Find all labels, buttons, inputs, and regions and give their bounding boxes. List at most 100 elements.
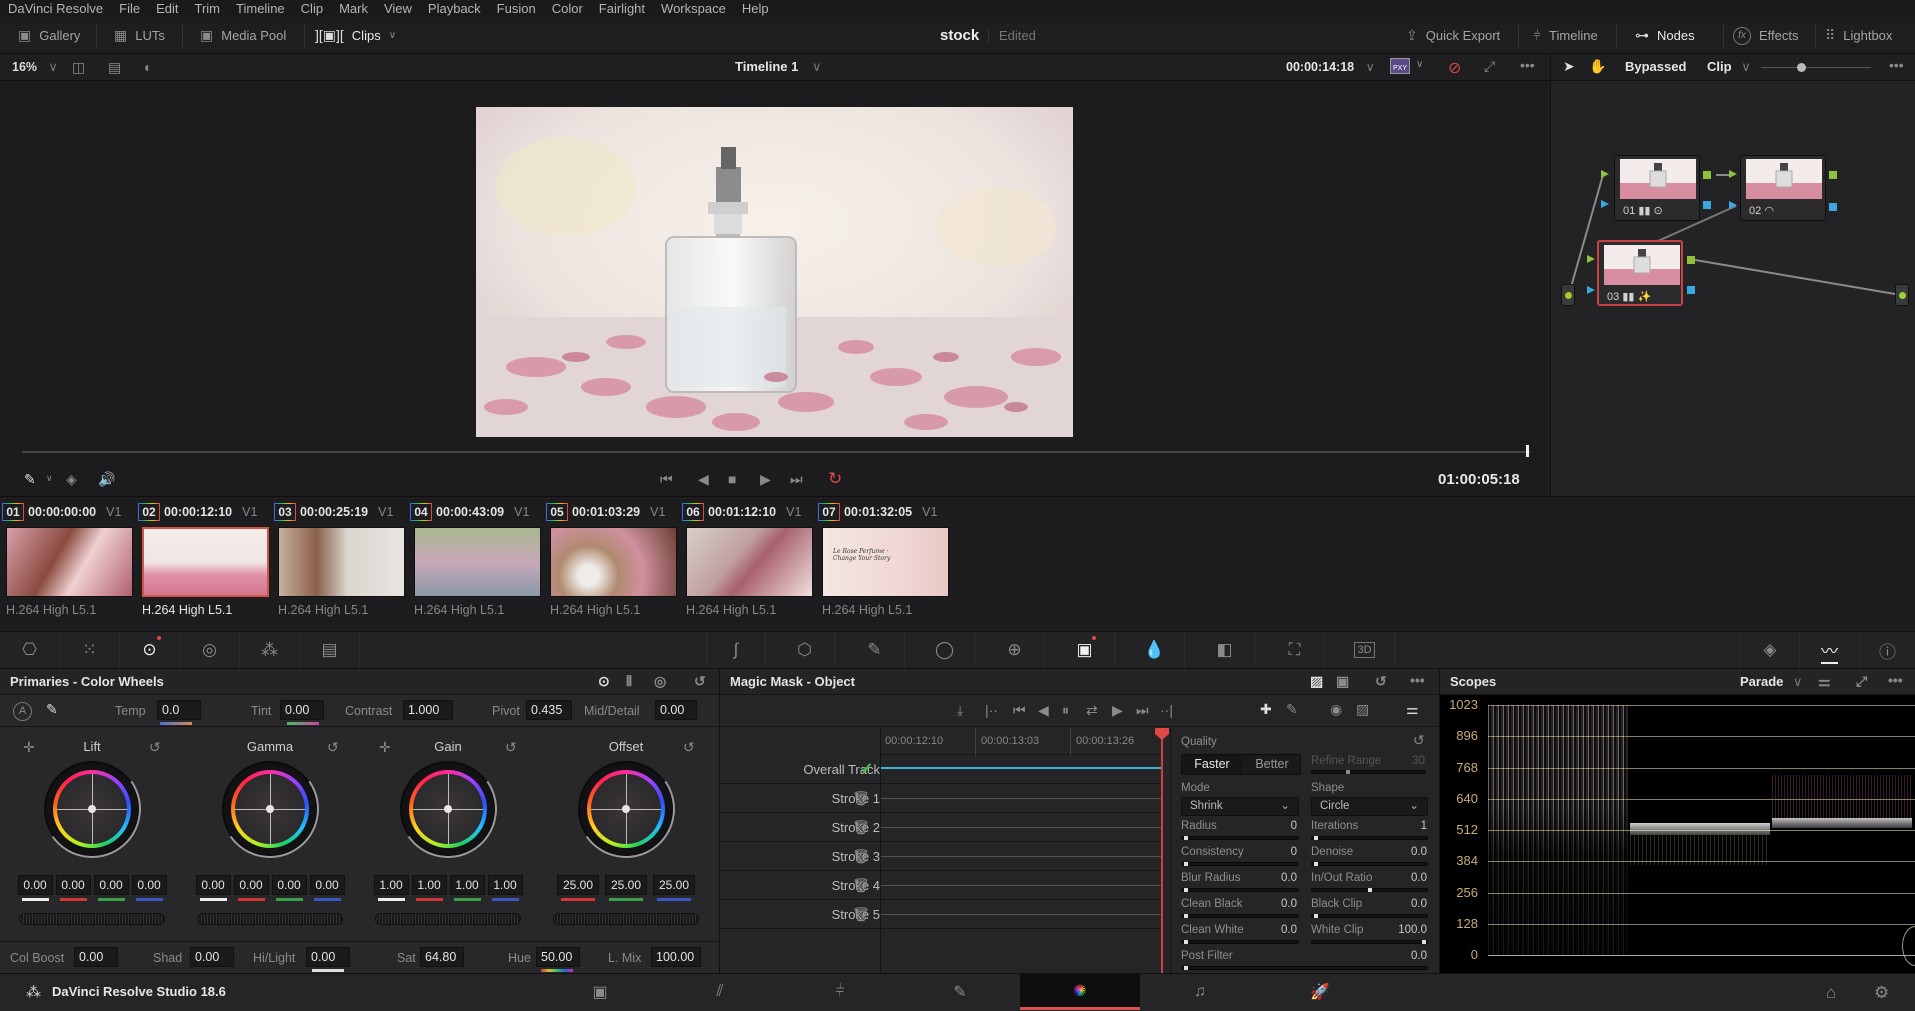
subtract-stroke-icon[interactable]: ✎	[1286, 701, 1298, 718]
menu-edit[interactable]: Edit	[148, 0, 186, 17]
menu-playback[interactable]: Playback	[420, 0, 489, 17]
lift-r-field[interactable]: 0.00	[55, 875, 91, 895]
bars-mode-icon[interactable]: ⦀	[626, 673, 632, 690]
volume-icon[interactable]: 🔊	[98, 471, 115, 488]
post-filter-value[interactable]: 0.0	[1381, 950, 1427, 962]
cut-page-button[interactable]: ⫽	[660, 974, 780, 1010]
track-row-stroke[interactable]: Stroke 1 🗑	[720, 784, 1161, 813]
gamma-color-wheel[interactable]	[213, 752, 327, 866]
quality-better-button[interactable]: Better	[1242, 755, 1302, 774]
white-clip-slider[interactable]	[1311, 940, 1428, 944]
window-button[interactable]: ◯	[915, 632, 975, 668]
blur-radius-value[interactable]: 0.0	[1251, 872, 1297, 884]
gain-master-wheel[interactable]	[375, 913, 521, 925]
split-screen-icon[interactable]: ◫	[72, 59, 85, 76]
hand-tool-icon[interactable]: ✋	[1589, 58, 1606, 75]
consistency-slider[interactable]	[1181, 862, 1299, 866]
l-mix-field[interactable]: 100.00	[651, 947, 701, 967]
rgb-mixer-button[interactable]: ⁂	[240, 632, 300, 668]
clean-black-slider[interactable]	[1181, 914, 1299, 918]
viewer-frame[interactable]	[476, 107, 1073, 437]
refine-range-slider[interactable]	[1311, 770, 1426, 774]
reset-icon[interactable]: ↺	[694, 673, 706, 690]
node-input-rgb[interactable]	[1587, 255, 1595, 263]
grid-view-icon[interactable]: ▤	[108, 59, 121, 76]
post-filter-slider[interactable]	[1181, 966, 1428, 970]
menu-color[interactable]: Color	[544, 0, 591, 17]
black-clip-value[interactable]: 0.0	[1381, 898, 1427, 910]
primaries-button[interactable]: ⊙	[120, 632, 180, 668]
key-button[interactable]: ◧	[1195, 632, 1255, 668]
play-icon[interactable]: ▶	[760, 471, 771, 488]
in-out-ratio-slider[interactable]	[1311, 888, 1428, 892]
chevron-down-icon[interactable]: ∨	[1416, 59, 1423, 70]
reset-icon[interactable]: ↺	[505, 739, 517, 756]
node-input-key[interactable]	[1587, 286, 1595, 294]
mask-overlay-icon[interactable]: ▨	[1310, 673, 1323, 690]
node-output-key[interactable]	[1687, 286, 1695, 294]
offset-r-field[interactable]: 25.00	[557, 875, 599, 895]
menu-fairlight[interactable]: Fairlight	[591, 0, 653, 17]
node-output-rgb[interactable]	[1687, 256, 1695, 264]
more-options-icon[interactable]: •••	[1888, 672, 1903, 688]
hdr-button[interactable]: ◎	[180, 632, 240, 668]
in-out-ratio-value[interactable]: 0.0	[1381, 872, 1427, 884]
jump-start-icon[interactable]: ⏮	[1013, 702, 1026, 719]
lift-master-wheel[interactable]	[19, 913, 165, 925]
overlay-icon[interactable]: ▨	[1356, 701, 1369, 718]
home-icon[interactable]: ⌂	[1826, 983, 1836, 1003]
expand-icon[interactable]: ⤢	[1856, 673, 1867, 690]
consistency-value[interactable]: 0	[1251, 846, 1297, 858]
lift-g-field[interactable]: 0.00	[93, 875, 129, 895]
quick-export-button[interactable]: ⇪ Quick Export	[1406, 17, 1500, 54]
trash-icon[interactable]: 🗑	[852, 790, 870, 807]
mask-ruler[interactable]: 00:00:12:10 00:00:13:03 00:00:13:26	[881, 728, 1160, 755]
gamma-y-field[interactable]: 0.00	[195, 875, 231, 895]
track-row-stroke[interactable]: Stroke 5 🗑	[720, 900, 1161, 929]
hi-light-field[interactable]: 0.00	[306, 947, 350, 967]
menu-workspace[interactable]: Workspace	[653, 0, 734, 17]
color-picker-icon[interactable]: ✎	[24, 471, 36, 488]
motion-effects-button[interactable]: ▤	[300, 632, 360, 668]
clip-thumbnail[interactable]: 04 00:00:43:09 V1 H.264 High L5.1	[408, 497, 541, 627]
timeline-select[interactable]: Timeline 1 ∨	[735, 59, 821, 75]
fullscreen-icon[interactable]: ⤢	[1484, 58, 1495, 75]
gain-r-field[interactable]: 1.00	[411, 875, 447, 895]
sizing-button[interactable]: ⛶	[1265, 632, 1325, 668]
denoise-value[interactable]: 0.0	[1381, 846, 1427, 858]
node-mode-select[interactable]: Clip ∨	[1707, 59, 1751, 75]
clip-thumbnail[interactable]: 06 00:01:12:10 V1 H.264 High L5.1	[680, 497, 813, 627]
hue-field[interactable]: 50.00	[536, 947, 580, 967]
auto-balance-button[interactable]: A	[13, 702, 32, 721]
more-options-icon[interactable]: •••	[1889, 57, 1904, 73]
iterations-slider[interactable]	[1311, 836, 1428, 840]
radius-slider[interactable]	[1181, 836, 1299, 840]
scopes-button[interactable]: 〰	[1800, 632, 1860, 668]
log-wheels-icon[interactable]: ◎	[654, 673, 666, 690]
magic-mask-button[interactable]: ▣	[1055, 632, 1115, 668]
col-boost-field[interactable]: 0.00	[74, 947, 118, 967]
lightbox-button[interactable]: ⠿ Lightbox	[1825, 17, 1892, 54]
offset-color-wheel[interactable]	[569, 752, 683, 866]
timeline-toggle-button[interactable]: ⫩ Timeline	[1533, 17, 1598, 54]
nodes-toggle-button[interactable]: ⊶ Nodes	[1635, 17, 1695, 54]
gamma-b-field[interactable]: 0.00	[309, 875, 345, 895]
trash-icon[interactable]: 🗑	[852, 848, 870, 865]
clip-thumbnail[interactable]: 03 00:00:25:19 V1 H.264 High L5.1	[272, 497, 405, 627]
gain-color-wheel[interactable]	[391, 752, 505, 866]
track-row-stroke[interactable]: Stroke 4 🗑	[720, 871, 1161, 900]
node-input-rgb[interactable]	[1729, 170, 1737, 178]
gain-y-field[interactable]: 1.00	[373, 875, 409, 895]
source-timecode[interactable]: 00:00:14:18 ∨	[1286, 59, 1375, 74]
more-options-icon[interactable]: •••	[1520, 57, 1535, 73]
color-wheels-mode-icon[interactable]: ⊙	[598, 673, 610, 690]
layers-icon[interactable]: ◈	[66, 471, 77, 488]
fusion-page-button[interactable]: ✎	[900, 974, 1020, 1010]
node-input-key[interactable]	[1601, 200, 1609, 208]
radius-value[interactable]: 0	[1251, 820, 1297, 832]
color-page-button[interactable]: ✺	[1020, 974, 1140, 1010]
track-row-overall[interactable]: Overall Track ✓	[720, 755, 1161, 784]
blur-button[interactable]: 💧	[1125, 632, 1185, 668]
gain-b-field[interactable]: 1.00	[487, 875, 523, 895]
add-stroke-icon[interactable]: ✚	[1260, 701, 1272, 718]
